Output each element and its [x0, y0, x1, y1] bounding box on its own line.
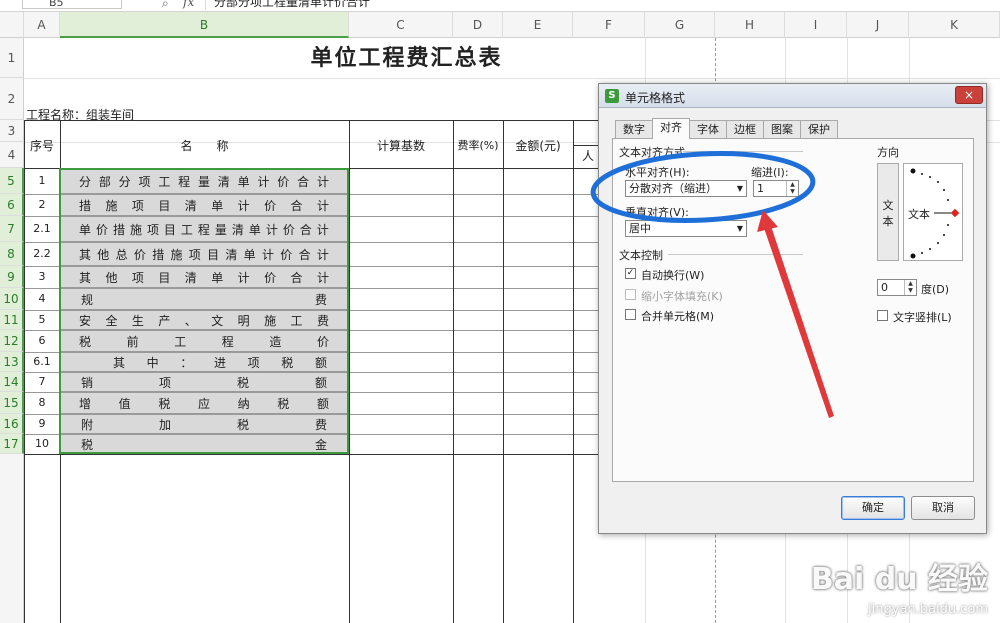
baidu-watermark-url: jingyan.baidu.com	[868, 602, 988, 617]
annotation-overlay	[590, 151, 834, 418]
tab-alignment[interactable]: 对齐	[652, 118, 690, 139]
baidu-watermark-logo: Bai du 经验	[810, 562, 988, 597]
